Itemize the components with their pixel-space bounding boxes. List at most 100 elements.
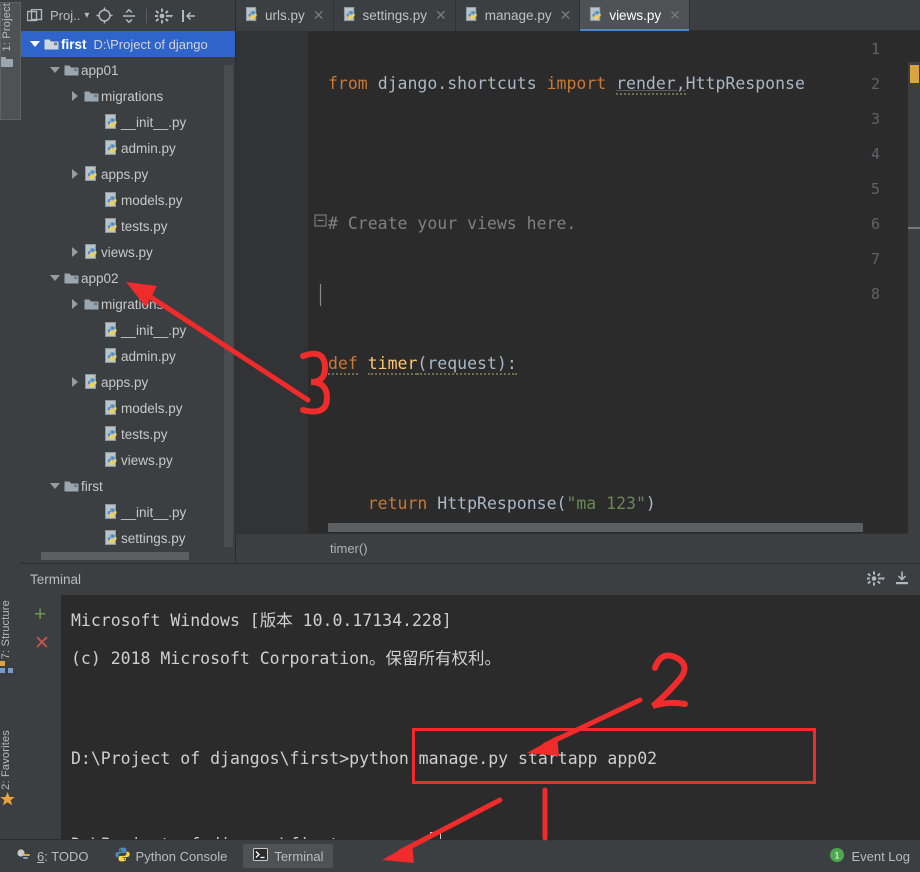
tree-row-apps-py[interactable]: apps.py bbox=[21, 369, 235, 395]
tree-horizontal-scrollbar[interactable] bbox=[41, 552, 189, 560]
tree-item-label: tests.py bbox=[121, 426, 168, 442]
python-file-icon bbox=[103, 192, 121, 208]
event-log-icon: 1 bbox=[829, 847, 845, 866]
python-file-icon bbox=[103, 530, 121, 546]
tree-item-label: app02 bbox=[81, 270, 119, 286]
tree-row-first[interactable]: first bbox=[21, 473, 235, 499]
tab-label: manage.py bbox=[484, 8, 552, 23]
rail-button-structure[interactable]: 7: Structure bbox=[0, 600, 21, 712]
close-tab-icon[interactable]: ✕ bbox=[313, 7, 325, 24]
tree-row-views-py[interactable]: views.py bbox=[21, 239, 235, 265]
todo-icon bbox=[16, 848, 31, 865]
editor-tab-urls-py[interactable]: urls.py ✕ bbox=[236, 0, 334, 31]
tree-row-migrations[interactable]: migrations bbox=[21, 291, 235, 317]
project-view-icon[interactable] bbox=[25, 6, 45, 26]
breadcrumb[interactable]: timer() bbox=[236, 533, 920, 562]
code-line-5: def timer(request): bbox=[328, 354, 517, 375]
collapse-all-icon[interactable] bbox=[119, 6, 139, 26]
terminal-line-2: (c) 2018 Microsoft Corporation。保留所有权利。 bbox=[71, 649, 502, 668]
left-tool-rail: 1: Project 7: Structure 2: Favorites bbox=[0, 0, 22, 872]
chevron-right-icon[interactable] bbox=[67, 91, 83, 101]
chevron-right-icon[interactable] bbox=[67, 247, 83, 257]
python-file-icon bbox=[103, 140, 121, 156]
tree-row-admin-py[interactable]: admin.py bbox=[21, 343, 235, 369]
locate-target-icon[interactable] bbox=[94, 6, 114, 26]
tree-row-__init__-py[interactable]: __init__.py bbox=[21, 317, 235, 343]
fold-marker-open[interactable] bbox=[314, 214, 327, 227]
python-file-icon bbox=[103, 218, 121, 234]
status-label-python-console: Python Console bbox=[135, 848, 228, 864]
tree-row-settings-py[interactable]: settings.py bbox=[21, 525, 235, 551]
tree-row-models-py[interactable]: models.py bbox=[21, 187, 235, 213]
tree-row-__init__-py[interactable]: __init__.py bbox=[21, 109, 235, 135]
status-item-python-console[interactable]: Python Console bbox=[105, 844, 238, 868]
tree-vertical-scrollbar[interactable] bbox=[224, 65, 233, 547]
chevron-down-icon[interactable] bbox=[47, 67, 63, 73]
tree-row-__init__-py[interactable]: __init__.py bbox=[21, 499, 235, 525]
status-label-todo: 66: TODO: TODO bbox=[37, 848, 89, 864]
close-tab-icon[interactable]: ✕ bbox=[560, 7, 572, 24]
tree-row-models-py[interactable]: models.py bbox=[21, 395, 235, 421]
tree-row-migrations[interactable]: migrations bbox=[21, 83, 235, 109]
python-file-icon bbox=[245, 6, 260, 25]
toolbar-separator bbox=[146, 8, 148, 23]
tree-item-label: views.py bbox=[121, 452, 173, 468]
folder-icon bbox=[83, 90, 101, 103]
python-file-icon bbox=[343, 6, 358, 25]
new-session-icon[interactable]: + bbox=[34, 604, 46, 625]
warning-marker[interactable] bbox=[910, 65, 919, 83]
close-tab-icon[interactable]: ✕ bbox=[669, 7, 681, 24]
tree-row-first[interactable]: first D:\Project of django bbox=[21, 31, 235, 57]
project-title-text: Proj.. bbox=[50, 8, 81, 23]
chevron-right-icon[interactable] bbox=[67, 299, 83, 309]
chevron-down-icon[interactable] bbox=[47, 483, 63, 489]
terminal-title: Terminal bbox=[30, 572, 82, 587]
editor-tab-settings-py[interactable]: settings.py ✕ bbox=[334, 0, 456, 31]
status-item-todo[interactable]: 66: TODO: TODO bbox=[6, 844, 99, 868]
tree-row-apps-py[interactable]: apps.py bbox=[21, 161, 235, 187]
code-editor[interactable]: 12345678 from django.shortcuts import re… bbox=[236, 31, 920, 562]
tree-row-tests-py[interactable]: tests.py bbox=[21, 213, 235, 239]
status-item-terminal[interactable]: Terminal bbox=[243, 844, 334, 868]
chevron-right-icon[interactable] bbox=[67, 169, 83, 179]
project-tool-window: Proj.. ▾ first D:\Project of django app01 m… bbox=[21, 0, 236, 562]
python-file-icon bbox=[465, 6, 480, 25]
project-title-dropdown[interactable]: Proj.. ▾ bbox=[50, 8, 89, 23]
annotation-box-command bbox=[412, 728, 816, 784]
rail-button-project[interactable]: 1: Project bbox=[0, 2, 21, 120]
tree-row-app01[interactable]: app01 bbox=[21, 57, 235, 83]
python-file-icon bbox=[83, 374, 101, 390]
editor-horizontal-scrollbar[interactable] bbox=[328, 523, 863, 532]
terminal-side-toolbar: + ✕ bbox=[21, 595, 61, 840]
terminal-line-1: Microsoft Windows [版本 10.0.17134.228] bbox=[71, 611, 452, 630]
chevron-down-icon[interactable] bbox=[47, 275, 63, 281]
tree-item-label: migrations bbox=[101, 296, 164, 312]
status-item-event-log[interactable]: 1 Event Log bbox=[829, 847, 920, 866]
rail-label-project: 1: Project bbox=[1, 3, 13, 52]
editor-tab-views-py[interactable]: views.py ✕ bbox=[580, 0, 690, 31]
breadcrumb-label: timer() bbox=[330, 540, 368, 556]
svg-text:1: 1 bbox=[835, 850, 840, 860]
tree-row-views-py[interactable]: views.py bbox=[21, 447, 235, 473]
hide-panel-icon[interactable] bbox=[179, 6, 199, 26]
rail-button-favorites[interactable]: 2: Favorites bbox=[0, 730, 21, 842]
chevron-down-icon[interactable] bbox=[27, 41, 43, 47]
tab-label: settings.py bbox=[362, 8, 428, 23]
close-tab-icon[interactable]: ✕ bbox=[435, 7, 447, 24]
python-file-icon bbox=[103, 452, 121, 468]
tree-row-app02[interactable]: app02 bbox=[21, 265, 235, 291]
terminal-output[interactable]: Microsoft Windows [版本 10.0.17134.228] (c… bbox=[61, 595, 920, 840]
close-session-icon[interactable]: ✕ bbox=[34, 634, 50, 653]
tree-row-admin-py[interactable]: admin.py bbox=[21, 135, 235, 161]
hide-terminal-icon[interactable] bbox=[894, 571, 910, 589]
tree-row-tests-py[interactable]: tests.py bbox=[21, 421, 235, 447]
project-file-tree[interactable]: first D:\Project of django app01 migrations… bbox=[21, 31, 235, 562]
python-icon bbox=[114, 847, 130, 865]
terminal-settings-gear-icon[interactable] bbox=[866, 570, 885, 589]
editor-marker-strip[interactable] bbox=[908, 62, 920, 562]
editor-tab-manage-py[interactable]: manage.py ✕ bbox=[456, 0, 581, 31]
chevron-right-icon[interactable] bbox=[67, 377, 83, 387]
settings-gear-icon[interactable] bbox=[154, 6, 174, 26]
